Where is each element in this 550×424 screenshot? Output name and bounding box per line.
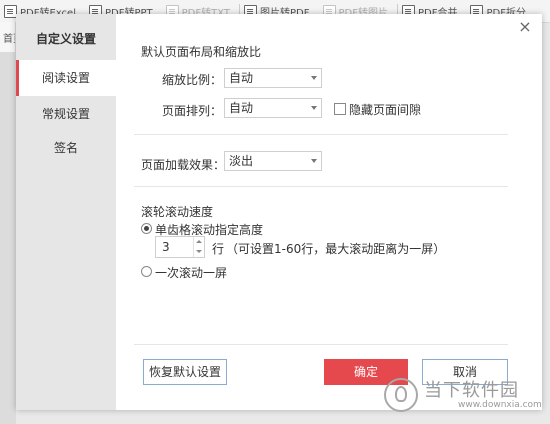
watermark-logo-icon (384, 378, 418, 412)
watermark-url: www.downxia.com (458, 400, 542, 410)
scroll-screen-label: 一次滚动一屏 (155, 266, 228, 280)
site-watermark: 当下软件园 www.downxia.com (384, 376, 546, 420)
footer-divider (134, 344, 508, 345)
section-divider (134, 134, 508, 135)
home-tab[interactable]: 首页 (0, 22, 16, 52)
load-effect-value: 淡出 (229, 154, 254, 168)
settings-dialog: 自定义设置 阅读设置 常规设置 签名 × 默认页面布局和缩放比 缩放比例： 自动… (16, 14, 542, 410)
scroll-rows-hint: （可设置1-60行，最大滚动距离为一屏） (226, 242, 446, 256)
sidebar-item-general[interactable]: 常规设置 (16, 96, 116, 132)
chevron-down-icon (311, 76, 317, 80)
scroll-rows-radio[interactable] (141, 223, 152, 234)
stepper-down-icon[interactable] (196, 250, 202, 253)
load-effect-label: 页面加载效果： (141, 158, 226, 172)
scroll-rows-unit: 行 (212, 242, 225, 256)
sidebar-title: 自定义设置 (35, 32, 96, 46)
scroll-rows-value: 3 (162, 240, 170, 254)
arrange-select[interactable]: 自动 (224, 98, 322, 118)
layout-heading: 默认页面布局和缩放比 (141, 45, 262, 59)
chevron-down-icon (311, 159, 317, 163)
zoom-label: 缩放比例： (162, 73, 223, 87)
scroll-heading: 滚轮滚动速度 (141, 205, 214, 219)
sidebar-item-reading[interactable]: 阅读设置 (16, 60, 116, 96)
chevron-down-icon (311, 106, 317, 110)
stepper-up-icon[interactable] (196, 240, 202, 243)
sidebar-item-signature[interactable]: 签名 (16, 130, 116, 166)
load-effect-select[interactable]: 淡出 (224, 151, 322, 171)
hide-gap-checkbox[interactable] (334, 103, 346, 115)
hide-gap-label: 隐藏页面间隙 (349, 103, 422, 117)
scroll-screen-radio[interactable] (141, 266, 152, 277)
watermark-text: 当下软件园 (424, 380, 519, 401)
stepper-arrows (193, 237, 204, 257)
zoom-select[interactable]: 自动 (224, 68, 322, 88)
arrange-select-value: 自动 (229, 101, 254, 115)
restore-defaults-button[interactable]: 恢复默认设置 (143, 359, 227, 385)
close-icon[interactable]: × (518, 19, 532, 35)
arrange-label: 页面排列： (162, 104, 223, 118)
scroll-rows-stepper[interactable]: 3 (155, 236, 205, 258)
background-panel (0, 52, 16, 424)
section-divider (134, 186, 508, 187)
zoom-select-value: 自动 (229, 71, 254, 85)
settings-sidebar: 自定义设置 阅读设置 常规设置 签名 (16, 14, 116, 410)
